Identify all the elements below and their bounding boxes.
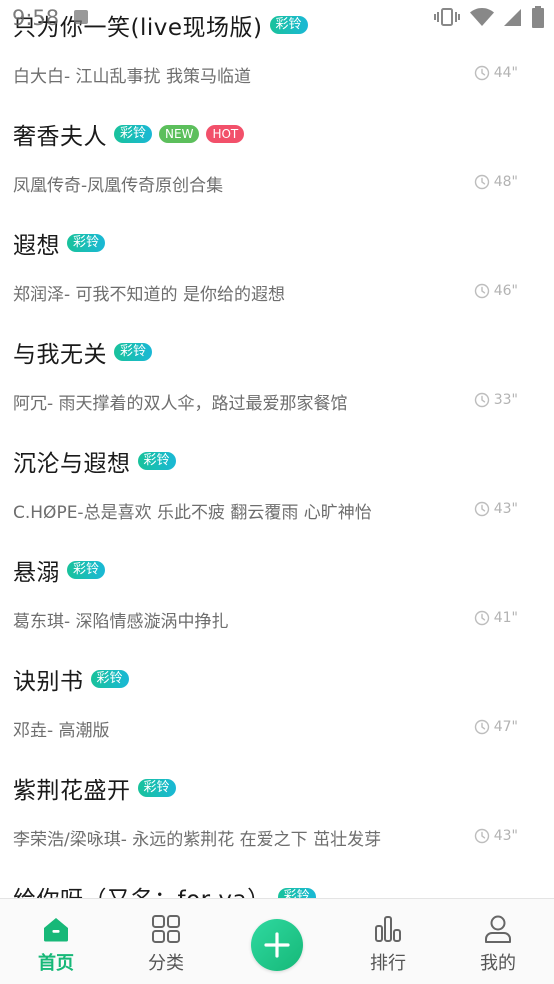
song-duration: 43"	[474, 501, 518, 517]
song-subtitle: 郑润泽- 可我不知道的 是你给的遐想	[13, 285, 285, 305]
song-subtitle: 阿冗- 雨天撑着的双人伞，路过最爱那家餐馆	[13, 394, 348, 414]
clock-icon	[474, 392, 489, 408]
ringtone-badge: 彩铃	[90, 670, 129, 688]
duration-text: 43"	[493, 501, 518, 517]
song-title: 给你呀（又名：for ya）	[13, 880, 271, 898]
ringtone-badge: 彩铃	[137, 452, 176, 470]
song-subtitle: 李荣浩/梁咏琪- 永远的紫荆花 在爱之下 茁壮发芽	[13, 830, 382, 850]
song-title-line: 悬溺 彩铃	[13, 553, 106, 587]
clock-icon	[474, 828, 489, 844]
nav-rank-label: 排行	[370, 953, 406, 974]
song-duration: 41"	[474, 610, 518, 626]
song-title-line: 诀别书 彩铃	[13, 662, 129, 696]
bottom-navigation: 首页 分类 排行 我的	[0, 898, 554, 984]
grid-icon	[152, 915, 180, 943]
clock-icon	[474, 283, 489, 299]
song-title-line: 给你呀（又名：for ya） 彩铃	[13, 880, 316, 898]
nav-category[interactable]: 分类	[111, 899, 221, 984]
app-screen: 只为你一笑(live现场版) 彩铃 白大白- 江山乱事扰 我策马临道 44" 奢…	[0, 0, 554, 984]
song-title-line: 只为你一笑(live现场版) 彩铃	[13, 8, 308, 42]
song-item[interactable]: 给你呀（又名：for ya） 彩铃	[0, 880, 554, 898]
song-item[interactable]: 紫荆花盛开 彩铃 李荣浩/梁咏琪- 永远的紫荆花 在爱之下 茁壮发芽 43"	[0, 771, 554, 880]
clock-icon	[474, 65, 489, 81]
song-title-line: 紫荆花盛开 彩铃	[13, 771, 176, 805]
song-duration: 47"	[474, 719, 518, 735]
duration-text: 41"	[493, 610, 518, 626]
clock-icon	[474, 719, 489, 735]
ringtone-badge: 彩铃	[114, 343, 153, 361]
song-title-line: 遐想 彩铃	[13, 226, 106, 260]
home-icon	[44, 918, 68, 942]
song-duration: 48"	[474, 174, 518, 190]
nav-rank[interactable]: 排行	[333, 899, 443, 984]
song-item[interactable]: 诀别书 彩铃 邓垚- 高潮版 47"	[0, 662, 554, 771]
duration-text: 43"	[493, 828, 518, 844]
song-item[interactable]: 奢香夫人 彩铃 NEW HOT 凤凰传奇-凤凰传奇原创合集 48"	[0, 117, 554, 226]
nav-home[interactable]: 首页	[1, 899, 111, 984]
bar-chart-icon	[375, 916, 401, 942]
new-badge: NEW	[159, 125, 200, 143]
song-title: 遐想	[13, 233, 60, 259]
hot-badge: HOT	[206, 125, 245, 143]
add-button[interactable]	[251, 919, 303, 971]
ringtone-badge: 彩铃	[277, 888, 316, 898]
user-icon	[485, 915, 511, 943]
plus-icon	[264, 932, 290, 958]
ringtone-badge: 彩铃	[269, 16, 308, 34]
song-duration: 43"	[474, 828, 518, 844]
song-duration: 46"	[474, 283, 518, 299]
nav-mine-label: 我的	[480, 953, 516, 974]
song-item[interactable]: 与我无关 彩铃 阿冗- 雨天撑着的双人伞，路过最爱那家餐馆 33"	[0, 335, 554, 444]
song-subtitle: 葛东琪- 深陷情感漩涡中挣扎	[13, 612, 229, 632]
song-title-line: 与我无关 彩铃	[13, 335, 153, 369]
ringtone-badge: 彩铃	[114, 125, 153, 143]
clock-icon	[474, 174, 489, 190]
song-duration: 33"	[474, 392, 518, 408]
song-subtitle: C.HØPE-总是喜欢 乐此不疲 翻云覆雨 心旷神怡	[13, 503, 372, 523]
song-item[interactable]: 遐想 彩铃 郑润泽- 可我不知道的 是你给的遐想 46"	[0, 226, 554, 335]
song-list: 只为你一笑(live现场版) 彩铃 白大白- 江山乱事扰 我策马临道 44" 奢…	[0, 0, 554, 898]
song-duration: 44"	[474, 65, 518, 81]
song-title: 沉沦与遐想	[13, 451, 131, 477]
duration-text: 47"	[493, 719, 518, 735]
duration-text: 44"	[493, 65, 518, 81]
ringtone-badge: 彩铃	[137, 779, 176, 797]
song-item[interactable]: 沉沦与遐想 彩铃 C.HØPE-总是喜欢 乐此不疲 翻云覆雨 心旷神怡 43"	[0, 444, 554, 553]
ringtone-badge: 彩铃	[67, 234, 106, 252]
ringtone-badge: 彩铃	[67, 561, 106, 579]
song-title: 奢香夫人	[13, 124, 107, 150]
song-title-line: 沉沦与遐想 彩铃	[13, 444, 176, 478]
song-subtitle: 凤凰传奇-凤凰传奇原创合集	[13, 176, 224, 196]
song-title: 悬溺	[13, 560, 60, 586]
duration-text: 33"	[493, 392, 518, 408]
nav-category-label: 分类	[148, 953, 184, 974]
song-title-line: 奢香夫人 彩铃 NEW HOT	[13, 117, 245, 151]
song-subtitle: 白大白- 江山乱事扰 我策马临道	[13, 67, 251, 87]
nav-mine[interactable]: 我的	[443, 899, 553, 984]
clock-icon	[474, 501, 489, 517]
song-title: 诀别书	[13, 669, 84, 695]
song-title: 只为你一笑(live现场版)	[13, 15, 263, 41]
duration-text: 46"	[493, 283, 518, 299]
song-title: 与我无关	[13, 342, 107, 368]
song-item[interactable]: 悬溺 彩铃 葛东琪- 深陷情感漩涡中挣扎 41"	[0, 553, 554, 662]
duration-text: 48"	[493, 174, 518, 190]
song-title: 紫荆花盛开	[13, 778, 131, 804]
nav-home-label: 首页	[38, 953, 74, 974]
clock-icon	[474, 610, 489, 626]
song-item[interactable]: 只为你一笑(live现场版) 彩铃 白大白- 江山乱事扰 我策马临道 44"	[0, 8, 554, 117]
song-subtitle: 邓垚- 高潮版	[13, 721, 110, 741]
